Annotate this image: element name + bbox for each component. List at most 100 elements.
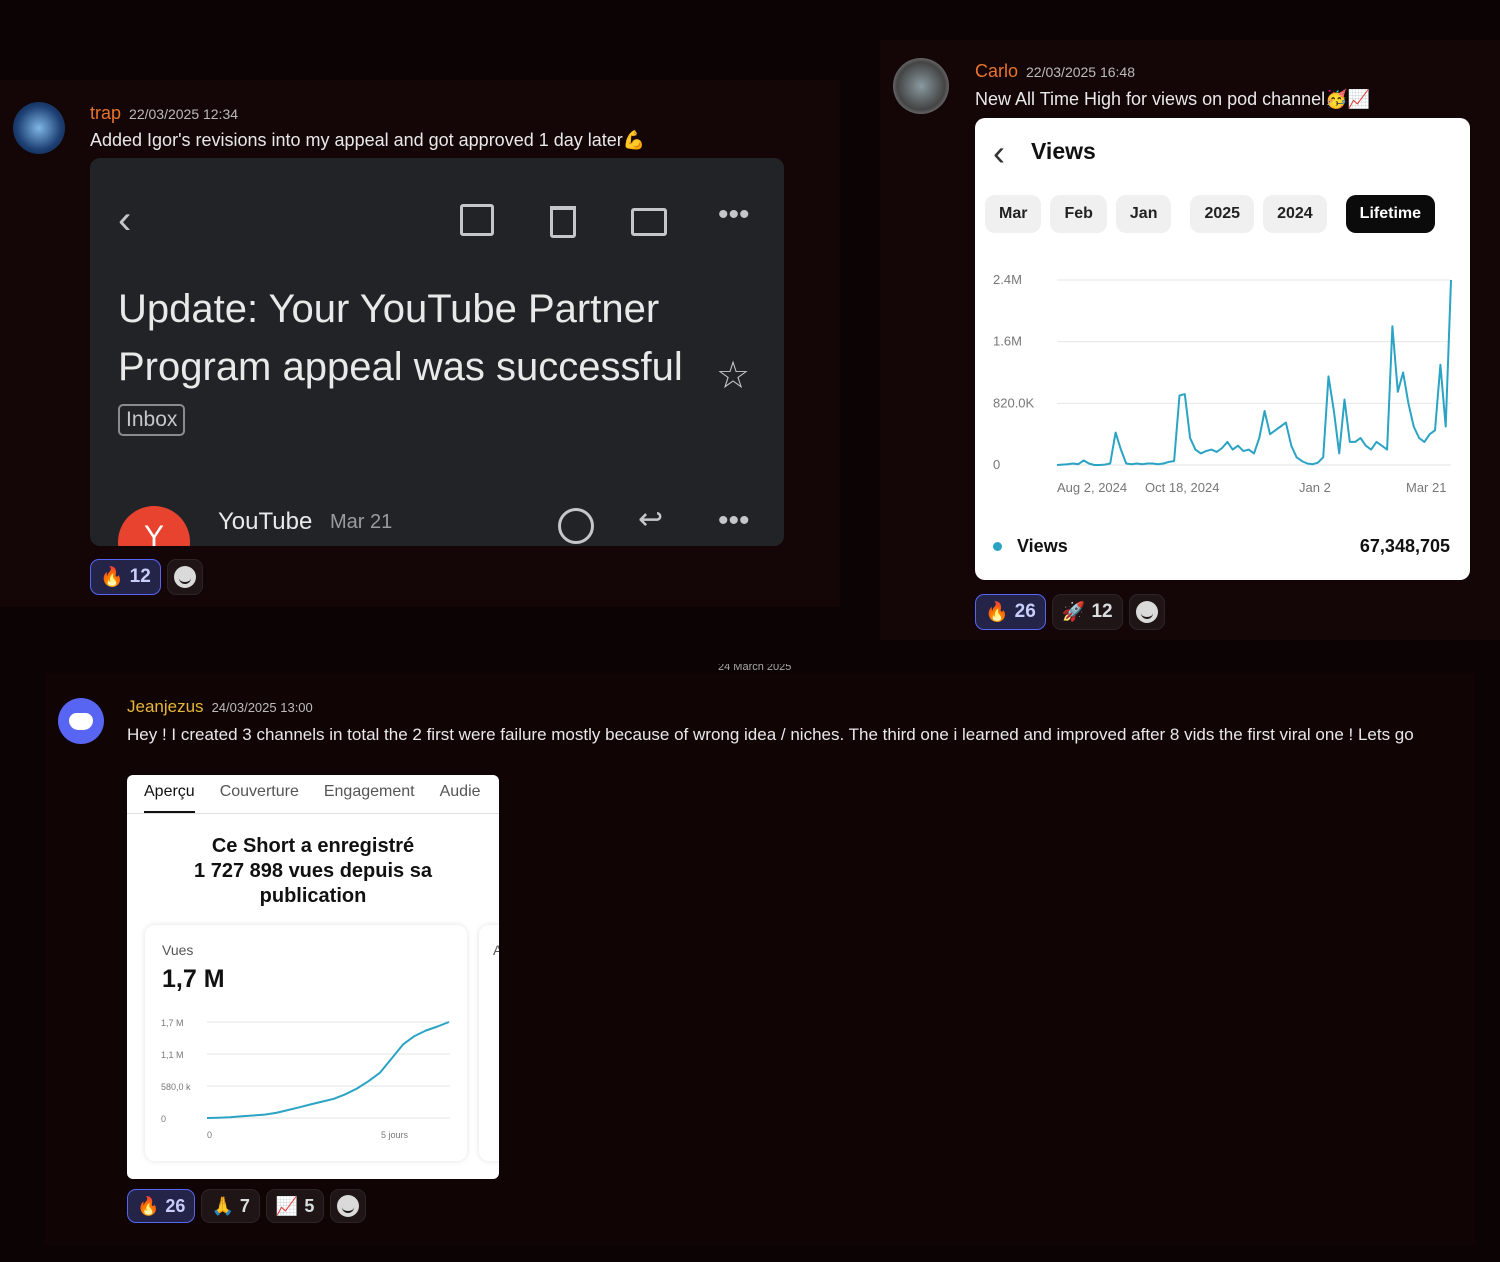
message-text: New All Time High for views on pod chann… xyxy=(975,89,1370,110)
legend-dot xyxy=(993,542,1002,551)
y-tick-label: 0 xyxy=(993,457,1000,472)
reaction-pray[interactable]: 🙏 7 xyxy=(201,1189,260,1223)
reaction-count: 7 xyxy=(239,1195,250,1216)
reaction-count: 26 xyxy=(165,1195,186,1216)
discord-logo-icon xyxy=(69,712,93,730)
reaction-rocket[interactable]: 🚀 12 xyxy=(1051,594,1123,630)
subject-line-1: Update: Your YouTube Partner xyxy=(118,287,660,331)
message-header: Carlo 22/03/2025 16:48 xyxy=(975,61,1135,82)
add-reaction-button[interactable] xyxy=(330,1189,367,1223)
reaction-fire[interactable]: 🔥 26 xyxy=(127,1189,196,1223)
username[interactable]: trap xyxy=(90,103,121,123)
date-divider: 24 March 2025 xyxy=(718,664,792,673)
y-tick-label: 2.4M xyxy=(993,272,1022,287)
username[interactable]: Jeanjezus xyxy=(127,697,204,716)
mark-unread-icon xyxy=(631,208,667,236)
username[interactable]: Carlo xyxy=(975,61,1018,81)
message-body: New All Time High for views on pod chann… xyxy=(975,89,1326,109)
series-line-views xyxy=(1056,279,1452,466)
folded-hands-icon: 🙏 xyxy=(211,1195,234,1216)
star-icon: ☆ xyxy=(716,355,751,397)
headline-line: publication xyxy=(259,885,367,907)
sender-name: YouTube xyxy=(218,508,313,535)
y-tick-label: 1.6M xyxy=(993,334,1022,349)
add-reaction-button[interactable] xyxy=(166,559,203,595)
reaction-count: 12 xyxy=(129,566,151,587)
trash-icon xyxy=(550,206,576,238)
reply-icon: ↩ xyxy=(638,503,664,536)
tab-apercu[interactable]: Aperçu xyxy=(144,783,195,814)
y-tick-label: 0 xyxy=(161,1114,166,1124)
avatar-carlo[interactable] xyxy=(893,58,949,114)
smiley-icon xyxy=(173,566,196,588)
reaction-count: 26 xyxy=(1014,601,1036,622)
message-text: Added Igor's revisions into my appeal an… xyxy=(90,130,645,151)
archive-icon xyxy=(460,204,494,236)
message-header: trap 22/03/2025 12:34 xyxy=(90,103,238,124)
views-metric-card: Vues 1,7 M 0 580,0 k 1,1 M 1,7 M05 jours xyxy=(145,925,467,1161)
reaction-count: 5 xyxy=(304,1195,315,1216)
headline-line: Ce Short a enregistré xyxy=(211,835,415,857)
tab-divider xyxy=(127,813,499,814)
back-icon[interactable]: ‹ xyxy=(993,132,1005,174)
legend-label: Views xyxy=(1017,536,1068,556)
tab-couverture[interactable]: Couverture xyxy=(220,783,299,814)
y-tick-label: 580,0 k xyxy=(161,1082,191,1092)
x-tick-label: Aug 2, 2024 xyxy=(1057,480,1127,495)
emoji-icon xyxy=(558,508,594,544)
chart-increasing-icon: 📈 xyxy=(275,1195,299,1216)
period-feb[interactable]: Feb xyxy=(1050,195,1107,233)
avatar-trap[interactable] xyxy=(13,102,65,154)
email-screenshot: ‹ ••• Update: Your YouTube Partner Progr… xyxy=(90,158,784,546)
x-tick-label: Oct 18, 2024 xyxy=(1145,480,1219,495)
headline-line: 1 727 898 vues depuis sa xyxy=(194,860,432,882)
analytics-tabs: Aperçu Couverture Engagement Audie xyxy=(144,783,481,814)
avatar-discord[interactable] xyxy=(58,698,104,744)
more-icon: ••• xyxy=(718,198,750,231)
period-mar[interactable]: Mar xyxy=(985,195,1042,233)
y-tick-label: 820.0K xyxy=(993,395,1035,410)
back-arrow-icon: ‹ xyxy=(118,198,132,242)
period-tabs: Mar Feb Jan 2025 2024 Lifetime xyxy=(985,195,1436,233)
inbox-label: Inbox xyxy=(118,404,186,436)
reaction-count: 12 xyxy=(1091,601,1113,622)
timestamp: 22/03/2025 16:48 xyxy=(1026,64,1136,80)
y-tick-label: 1,1 M xyxy=(161,1050,184,1060)
email-subject: Update: Your YouTube Partner Program app… xyxy=(118,280,683,396)
y-tick-label: 1,7 M xyxy=(161,1018,184,1028)
timestamp: 24/03/2025 13:00 xyxy=(211,700,313,715)
fire-icon: 🔥 xyxy=(137,1195,160,1216)
reactions: 🔥 26 🙏 7 📈 5 xyxy=(127,1189,367,1223)
vues-chart: 0 580,0 k 1,1 M 1,7 M 0 5 jours xyxy=(161,1018,450,1140)
fire-icon: 🔥 xyxy=(985,602,1009,623)
series-line-vues xyxy=(206,1021,450,1119)
message-body: Added Igor's revisions into my appeal an… xyxy=(90,130,623,150)
short-headline: Ce Short a enregistré 1 727 898 vues dep… xyxy=(127,834,499,909)
tab-engagement[interactable]: Engagement xyxy=(324,783,415,814)
views-title: Views xyxy=(1031,138,1096,164)
email-date: Mar 21 xyxy=(330,511,393,533)
reaction-chart[interactable]: 📈 5 xyxy=(265,1189,325,1223)
period-jan[interactable]: Jan xyxy=(1115,195,1172,233)
add-reaction-button[interactable] xyxy=(1128,594,1165,630)
reaction-fire[interactable]: 🔥 26 xyxy=(975,594,1046,630)
views-card: ‹ Views Mar Feb Jan 2025 2024 Lifetime 0… xyxy=(975,118,1470,580)
subject-line-2: Program appeal was successful xyxy=(118,345,683,389)
period-2025[interactable]: 2025 xyxy=(1190,195,1255,233)
message-text: Hey ! I created 3 channels in total the … xyxy=(127,725,1414,744)
next-metric-card: A xyxy=(479,925,499,1161)
x-tick-label: 5 jours xyxy=(381,1130,409,1140)
reaction-fire[interactable]: 🔥 12 xyxy=(90,559,161,595)
views-chart: 0 820.0K 1.6M 2.4M Aug 2, 2024 Oct 18, 2024 Ja… xyxy=(993,272,1452,495)
period-2024[interactable]: 2024 xyxy=(1263,195,1327,233)
more-icon: ••• xyxy=(718,504,750,537)
tab-audience[interactable]: Audie xyxy=(440,783,481,814)
metric-label: A xyxy=(493,942,499,958)
x-tick-label: Jan 2 xyxy=(1299,480,1331,495)
views-total: 67,348,705 xyxy=(1359,536,1450,556)
reactions: 🔥 12 xyxy=(90,559,203,595)
party-chart-emoji: 🥳📈 xyxy=(1325,89,1371,109)
reactions: 🔥 26 🚀 12 xyxy=(975,594,1165,630)
period-lifetime[interactable]: Lifetime xyxy=(1345,195,1436,233)
x-tick-label: 0 xyxy=(207,1130,212,1140)
